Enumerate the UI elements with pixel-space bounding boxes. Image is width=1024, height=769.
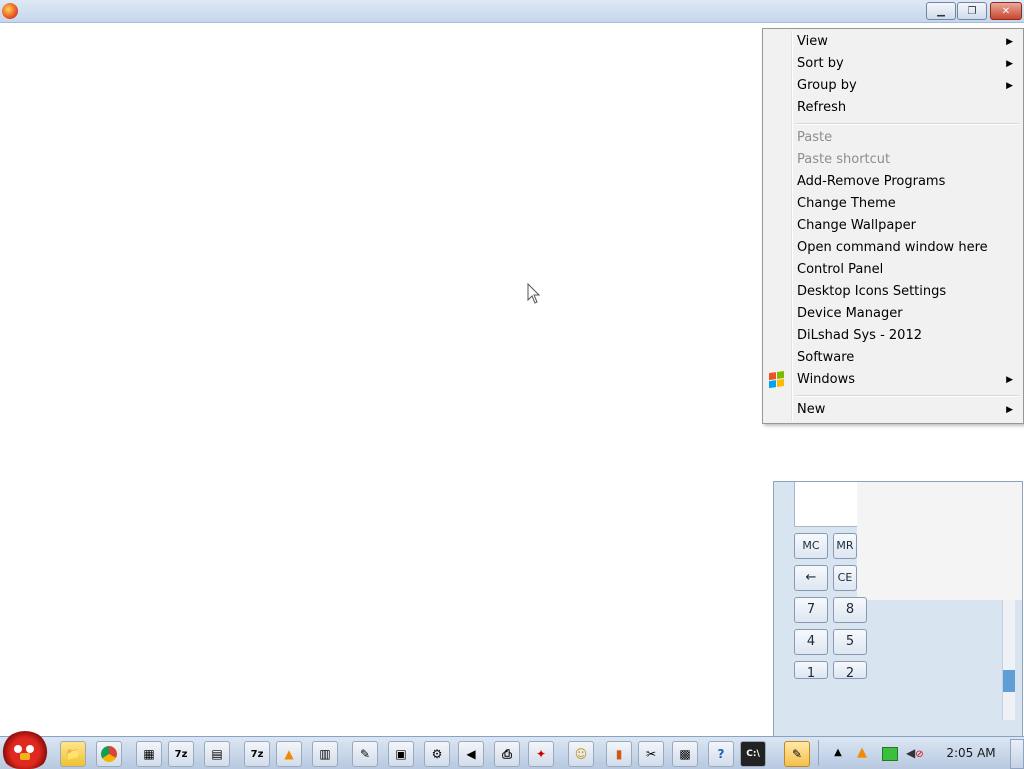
menu-separator — [795, 123, 1019, 125]
volume-icon[interactable]: ◀ — [458, 741, 484, 767]
7zip-icon[interactable]: 7z — [244, 741, 270, 767]
calculator-scrollbar[interactable] — [1002, 600, 1015, 720]
notepad-icon[interactable]: ▤ — [204, 741, 230, 767]
menu-item-label: Paste — [797, 130, 833, 145]
calculator-display — [794, 482, 860, 527]
menu-item-label: Open command window here — [797, 240, 988, 255]
messenger-icon[interactable]: ☺ — [568, 741, 594, 767]
close-button[interactable]: ✕ — [990, 2, 1022, 20]
window-titlebar: ▁ ❐ ✕ — [0, 0, 1024, 23]
menu-item-label: Add-Remove Programs — [797, 174, 946, 189]
angry-bird-beak-icon — [20, 753, 30, 760]
menu-item-add-remove-programs[interactable]: Add-Remove Programs — [765, 171, 1021, 193]
calc-4-button[interactable]: 4 — [794, 629, 828, 655]
menu-item-change-wallpaper[interactable]: Change Wallpaper — [765, 215, 1021, 237]
volume-muted-icon[interactable]: ◀⊘ — [906, 745, 924, 761]
floppy-icon[interactable]: ▩ — [672, 741, 698, 767]
menu-item-label: Windows — [797, 372, 856, 387]
calc-7-button[interactable]: 7 — [794, 597, 828, 623]
menu-item-open-command-window[interactable]: Open command window here — [765, 237, 1021, 259]
menu-item-view[interactable]: View ▶ — [765, 31, 1021, 53]
menu-item-label: New — [797, 402, 826, 417]
menu-item-label: Refresh — [797, 100, 847, 115]
settings-icon[interactable]: ⚙ — [424, 741, 450, 767]
submenu-arrow-icon: ▶ — [1006, 81, 1013, 91]
calc-2-button[interactable]: 2 — [833, 661, 867, 679]
menu-item-windows[interactable]: Windows ▶ — [765, 369, 1021, 391]
start-button[interactable] — [2, 731, 48, 769]
vlc-tray-icon[interactable]: ▲ — [854, 745, 870, 761]
menu-item-new[interactable]: New ▶ — [765, 399, 1021, 421]
chrome-icon[interactable] — [96, 741, 122, 767]
menu-item-group-by[interactable]: Group by ▶ — [765, 75, 1021, 97]
pdf-icon[interactable]: ✦ — [528, 741, 554, 767]
menu-item-device-manager[interactable]: Device Manager — [765, 303, 1021, 325]
show-desktop-button[interactable] — [1010, 739, 1024, 769]
firefox-icon[interactable] — [2, 3, 18, 19]
desktop-context-menu: View ▶ Sort by ▶ Group by ▶ Refresh Past… — [762, 28, 1024, 424]
menu-item-label: Desktop Icons Settings — [797, 284, 947, 299]
help-icon[interactable]: ? — [708, 741, 734, 767]
tray-separator — [818, 740, 819, 766]
menu-item-control-panel[interactable]: Control Panel — [765, 259, 1021, 281]
calc-ce-button[interactable]: CE — [833, 565, 857, 591]
calculator-overlay-blank — [857, 482, 1022, 600]
menu-item-label: View — [797, 34, 828, 49]
calc-mc-button[interactable]: MC — [794, 533, 828, 559]
vlc-icon[interactable]: ▲ — [276, 741, 302, 767]
calculator-icon[interactable]: ▥ — [312, 741, 338, 767]
menu-item-label: Software — [797, 350, 855, 365]
scrollbar-thumb[interactable] — [1003, 670, 1015, 692]
calc-5-button[interactable]: 5 — [833, 629, 867, 655]
menu-item-label: Device Manager — [797, 306, 903, 321]
submenu-arrow-icon: ▶ — [1006, 59, 1013, 69]
media-icon[interactable]: ▦ — [136, 741, 162, 767]
calc-backspace-button[interactable]: ← — [794, 565, 828, 591]
menu-item-change-theme[interactable]: Change Theme — [765, 193, 1021, 215]
menu-item-label: DiLshad Sys - 2012 — [797, 328, 922, 343]
menu-separator — [795, 395, 1019, 397]
printer-icon[interactable]: ⎙ — [494, 741, 520, 767]
submenu-arrow-icon: ▶ — [1006, 37, 1013, 47]
menu-item-dilshad-sys[interactable]: DiLshad Sys - 2012 — [765, 325, 1021, 347]
menu-item-sort-by[interactable]: Sort by ▶ — [765, 53, 1021, 75]
minimize-button[interactable]: ▁ — [926, 2, 956, 20]
submenu-arrow-icon: ▶ — [1006, 375, 1013, 385]
taskbar: 📁 ▦ 7z ▤ 7z ▲ ▥ ✎ ▣ ⚙ ◀ ⎙ ✦ ☺ ▮ ✂ ▩ ? C:… — [0, 731, 1024, 769]
explorer-icon[interactable]: ✎ — [784, 741, 810, 767]
taskbar-clock[interactable]: 2:05 AM — [940, 737, 1002, 769]
calculator-window: MC MR ← CE 7 8 4 5 1 2 — [773, 481, 1023, 737]
menu-item-paste-shortcut[interactable]: Paste shortcut — [765, 149, 1021, 171]
menu-item-label: Sort by — [797, 56, 844, 71]
menu-item-label: Change Wallpaper — [797, 218, 916, 233]
menu-item-desktop-icons-settings[interactable]: Desktop Icons Settings — [765, 281, 1021, 303]
cmd-icon[interactable]: C:\ — [740, 741, 766, 767]
menu-item-label: Paste shortcut — [797, 152, 891, 167]
menu-item-software[interactable]: Software — [765, 347, 1021, 369]
submenu-arrow-icon: ▶ — [1006, 405, 1013, 415]
menu-item-label: Group by — [797, 78, 857, 93]
menu-item-refresh[interactable]: Refresh — [765, 97, 1021, 119]
calc-8-button[interactable]: 8 — [833, 597, 867, 623]
calc-mr-button[interactable]: MR — [833, 533, 857, 559]
folder-icon[interactable]: 📁 — [60, 741, 86, 767]
menu-item-label: Control Panel — [797, 262, 884, 277]
angry-bird-eye-icon — [14, 745, 22, 753]
show-hidden-icons-icon[interactable]: ▲ — [830, 745, 846, 761]
menu-item-paste[interactable]: Paste — [765, 127, 1021, 149]
bookmark-icon[interactable]: ▮ — [606, 741, 632, 767]
windows-flag-icon — [769, 371, 785, 389]
network-icon[interactable] — [882, 747, 898, 761]
restore-button[interactable]: ❐ — [957, 2, 987, 20]
tools-icon[interactable]: ✂ — [638, 741, 664, 767]
angry-bird-eye-icon — [26, 745, 34, 753]
paint-icon[interactable]: ✎ — [352, 741, 378, 767]
monitor-icon[interactable]: ▣ — [388, 741, 414, 767]
menu-item-label: Change Theme — [797, 196, 896, 211]
mouse-cursor-icon — [527, 283, 541, 304]
7zip-icon[interactable]: 7z — [168, 741, 194, 767]
calc-1-button[interactable]: 1 — [794, 661, 828, 679]
